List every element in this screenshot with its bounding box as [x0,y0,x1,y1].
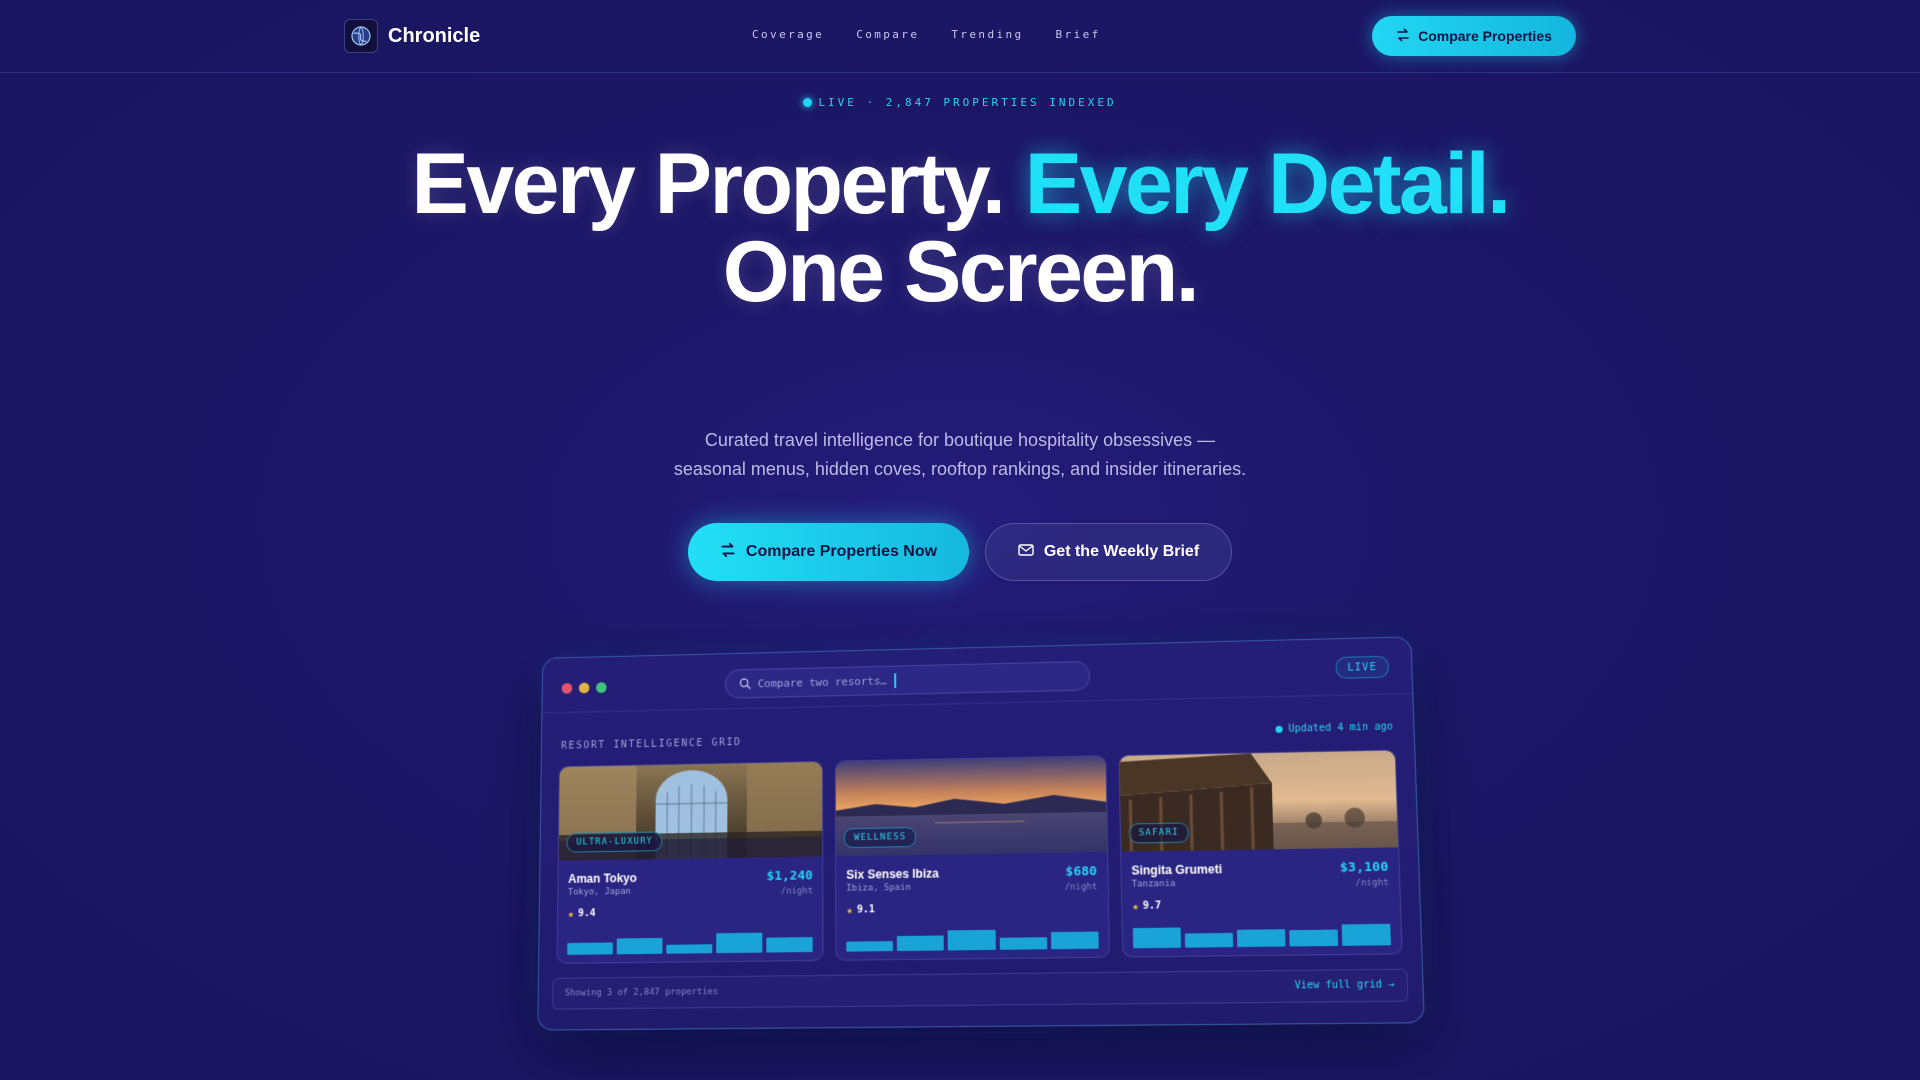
nav-link-trending[interactable]: Trending [951,28,1023,41]
search-placeholder: Compare two resorts… [757,674,887,690]
metric-bar [897,935,945,952]
view-full-grid-link[interactable]: View full grid → [1294,979,1394,991]
compare-properties-now-label: Compare Properties Now [745,543,938,560]
metric-bar [1341,923,1391,946]
resort-cards: ULTRA-LUXURY Aman Tokyo Tokyo, Japan $1,… [556,749,1403,964]
nav-link-coverage[interactable]: Coverage [752,28,824,41]
resort-name: Singita Grumeti [1131,862,1223,878]
star-icon: ★ [567,907,575,921]
hero-subtitle: Curated travel intelligence for boutique… [560,426,1360,484]
subtitle-line-2: seasonal menus, hidden coves, rooftop ra… [673,459,1247,479]
resort-location: Tanzania [1131,879,1176,890]
nav-links: Coverage Compare Trending Brief [752,28,1101,41]
resort-image-safari-lodge: SAFARI [1119,750,1399,852]
live-badge: LIVE [1335,655,1390,679]
resort-price: $1,240 [766,868,813,884]
resort-name: Six Senses Ibiza [846,866,939,882]
resort-location: Ibiza, Spain [846,882,911,894]
rating-value: 9.1 [856,904,875,916]
window-close-dot-icon[interactable] [561,682,573,694]
resort-price: $3,100 [1339,859,1389,876]
weekly-brief-button[interactable]: Get the Weekly Brief [985,523,1232,581]
grid-label: RESORT INTELLIGENCE GRID [560,737,742,752]
card-body: Six Senses Ibiza Ibiza, Spain $680 /nigh… [836,852,1108,961]
brand-name: Chronicle [388,24,481,47]
headline-part-1: Every Property. [411,136,1005,232]
metric-bar [948,929,996,951]
resort-rating: ★ 9.1 [846,903,875,917]
rating-value: 9.4 [577,908,596,920]
hero-headline: Every Property. Every Detail. One Screen… [0,140,1920,316]
window-minimize-dot-icon[interactable] [578,682,590,694]
star-icon: ★ [1131,899,1139,913]
metric-bars [567,928,813,955]
metric-bar [1050,931,1099,950]
resort-rating: ★ 9.4 [568,907,596,920]
resort-rating: ★ 9.7 [1132,899,1161,913]
metric-bar [1132,927,1181,949]
resort-name: Aman Tokyo [568,871,637,886]
resort-card-aman-tokyo[interactable]: ULTRA-LUXURY Aman Tokyo Tokyo, Japan $1,… [556,760,824,964]
weekly-brief-label: Get the Weekly Brief [1043,543,1200,560]
category-tag: ULTRA-LUXURY [566,831,663,853]
rating-value: 9.7 [1142,900,1162,912]
card-body: Singita Grumeti Tanzania $3,100 /night ★… [1121,847,1402,957]
compare-properties-label: Compare Properties [1418,28,1552,44]
headline-part-2: Every Detail. [1024,136,1511,232]
status-dot-icon [1274,725,1283,733]
metric-bar [1289,929,1339,947]
metric-bar [846,941,894,952]
live-text: LIVE · 2,847 PROPERTIES INDEXED [818,96,1117,109]
price-unit: /night [1355,877,1390,889]
resort-location: Tokyo, Japan [567,886,631,898]
swap-arrows-icon [720,542,736,563]
price-unit: /night [780,886,813,897]
star-icon: ★ [846,903,854,917]
metric-bar [766,937,813,953]
brand[interactable]: Chronicle [344,19,480,53]
swap-arrows-icon [1396,28,1410,45]
resort-image-sunset-bay: WELLNESS [836,756,1107,857]
live-dot-icon [803,98,813,107]
metric-bar [567,942,613,955]
metric-bar [1184,932,1233,948]
price-unit: /night [1064,882,1098,893]
metric-bar [716,932,763,954]
metric-bars [846,924,1099,952]
text-caret [894,672,897,688]
top-nav: Chronicle Coverage Compare Trending Brie… [0,0,1920,73]
card-body: Aman Tokyo Tokyo, Japan $1,240 /night ★ … [557,856,822,964]
window-title-bar: Compare two resorts… LIVE [542,637,1413,714]
subtitle-line-1: Curated travel intelligence for boutique… [704,430,1216,450]
metric-bar [616,937,663,955]
resort-card-six-senses-ibiza[interactable]: WELLNESS Six Senses Ibiza Ibiza, Spain $… [835,755,1110,961]
updated-status: Updated 4 min ago [1274,721,1394,735]
metric-bar [666,944,713,954]
envelope-icon [1018,543,1034,562]
compare-properties-button[interactable]: Compare Properties [1372,16,1576,56]
compare-search-input[interactable]: Compare two resorts… [724,660,1091,699]
category-tag: WELLNESS [844,827,917,849]
dashboard-window: Compare two resorts… LIVE RESORT INTELLI… [537,636,1425,1031]
nav-link-brief[interactable]: Brief [1056,28,1101,41]
dashboard-preview: Compare two resorts… LIVE RESORT INTELLI… [520,636,1425,1032]
resort-price: $680 [1065,864,1098,880]
category-tag: SAFARI [1128,822,1190,844]
globe-logo-icon [344,19,378,53]
window-maximize-dot-icon[interactable] [596,682,607,693]
metric-bar [999,937,1047,950]
updated-text: Updated 4 min ago [1288,721,1394,735]
nav-link-compare[interactable]: Compare [856,28,919,41]
resort-image-atrium: ULTRA-LUXURY [558,761,823,861]
compare-properties-now-button[interactable]: Compare Properties Now [688,523,969,581]
search-icon [739,678,751,690]
results-count: Showing 3 of 2,847 properties [564,987,719,999]
grid-footer: Showing 3 of 2,847 properties View full … [552,968,1409,1010]
live-indicator: LIVE · 2,847 PROPERTIES INDEXED [0,96,1920,109]
metric-bars [1132,921,1391,949]
headline-part-3: One Screen. [722,224,1200,320]
resort-card-singita-grumeti[interactable]: SAFARI Singita Grumeti Tanzania $3,100 /… [1118,749,1403,958]
metric-bar [1236,929,1286,948]
